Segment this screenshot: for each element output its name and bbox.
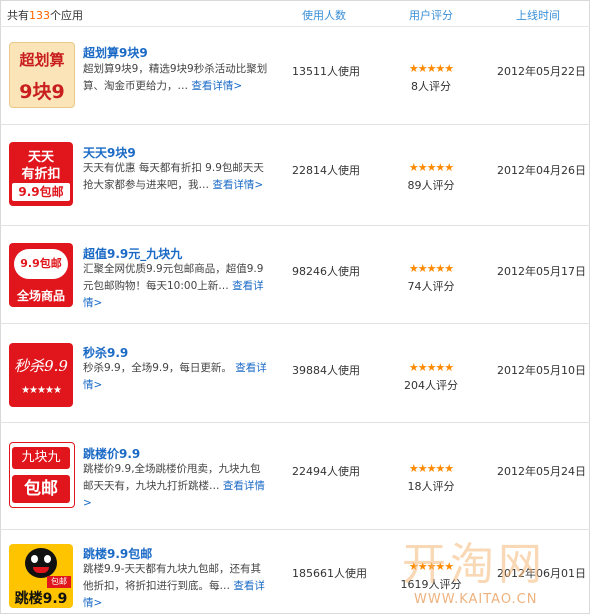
column-header-date[interactable]: 上线时间 [516, 7, 560, 23]
launch-date: 2012年05月24日 [497, 465, 586, 478]
star-rating-icon: ★★★★★ [408, 361, 454, 374]
app-title[interactable]: 秒杀9.9 [83, 344, 128, 361]
app-title[interactable]: 跳楼9.9包邮 [83, 545, 152, 562]
app-row: 9.9包邮 全场商品 超值9.9元_九块九 汇聚全网优质9.9元包邮商品，超值9… [0, 226, 590, 324]
app-row: 超划算 9块9 超划算9块9 超划算9块9，精选9块9秒杀活动比聚划算、淘金币更… [0, 27, 590, 125]
view-details-link[interactable]: 查看详情> [212, 179, 263, 191]
app-description: 汇聚全网优质9.9元包邮商品，超值9.9元包邮购物！每天10:00上新… 查看详… [83, 263, 264, 309]
app-description: 超划算9块9，精选9块9秒杀活动比聚划算、淘金币更给力，… 查看详情> [83, 63, 268, 92]
launch-date: 2012年04月26日 [497, 164, 586, 177]
rating: ★★★★★ 8人评分 [398, 63, 464, 94]
app-icon-tiaolou-baoyou[interactable]: 包邮 跳楼9.9 [9, 544, 73, 608]
star-rating-icon: ★★★★★ [408, 262, 454, 275]
list-header: 共有133个应用 使用人数 用户评分 上线时间 [0, 0, 590, 27]
rating: ★★★★★ 1619人评分 [398, 561, 464, 592]
launch-date: 2012年05月22日 [497, 65, 586, 78]
star-rating-icon: ★★★★★ [408, 560, 454, 573]
rating: ★★★★★ 74人评分 [398, 263, 464, 294]
rating-count: 1619人评分 [400, 578, 462, 591]
rating-count: 89人评分 [407, 179, 455, 192]
column-header-users[interactable]: 使用人数 [302, 7, 346, 23]
app-icon-miaosha[interactable]: 秒杀9.9 ★★★★★ [9, 343, 73, 407]
app-row: 秒杀9.9 ★★★★★ 秒杀9.9 秒杀9.9，全场9.9，每日更新。 查看详情… [0, 324, 590, 423]
app-icon-tiantian[interactable]: 天天 有折扣 9.9包邮 [9, 142, 73, 206]
star-rating-icon: ★★★★★ [408, 161, 454, 174]
app-count: 共有133个应用 [7, 9, 83, 22]
app-title[interactable]: 超值9.9元_九块九 [83, 245, 182, 262]
rating-count: 18人评分 [407, 480, 455, 493]
app-icon-tiaoloujia[interactable]: 九块九 包邮 [9, 442, 75, 508]
view-details-link[interactable]: 查看详情> [191, 80, 242, 92]
mascot-icon [25, 548, 57, 578]
rating: ★★★★★ 89人评分 [398, 162, 464, 193]
user-count: 185661人使用 [292, 567, 367, 580]
app-row: 九块九 包邮 跳楼价9.9 跳楼价9.9,全场跳楼价甩卖，九块九包邮天天有，九块… [0, 423, 590, 530]
star-rating-icon: ★★★★★ [408, 462, 454, 475]
rating: ★★★★★ 204人评分 [398, 362, 464, 393]
launch-date: 2012年05月17日 [497, 265, 586, 278]
launch-date: 2012年06月01日 [497, 567, 586, 580]
app-icon-chaozhi[interactable]: 9.9包邮 全场商品 [9, 243, 73, 307]
app-row: 天天 有折扣 9.9包邮 天天9块9 天天有优惠 每天都有折扣 9.9包邮天天抢… [0, 125, 590, 226]
app-title[interactable]: 超划算9块9 [83, 44, 148, 61]
user-count: 13511人使用 [292, 65, 360, 78]
rating-count: 204人评分 [404, 379, 458, 392]
rating-count: 74人评分 [407, 280, 455, 293]
star-rating-icon: ★★★★★ [408, 62, 454, 75]
app-description: 跳楼9.9-天天都有九块九包邮，还有其他折扣，将折扣进行到底。每… 查看详情> [83, 563, 265, 609]
app-description: 跳楼价9.9,全场跳楼价甩卖，九块九包邮天天有，九块九打折跳楼… 查看详情> [83, 463, 265, 509]
app-description: 天天有优惠 每天都有折扣 9.9包邮天天抢大家都参与进来吧，我… 查看详情> [83, 162, 264, 191]
app-title[interactable]: 天天9块9 [83, 144, 136, 161]
rating-count: 8人评分 [411, 80, 451, 93]
user-count: 98246人使用 [292, 265, 360, 278]
app-icon-chaohuasuan[interactable]: 超划算 9块9 [9, 42, 75, 108]
rating: ★★★★★ 18人评分 [398, 463, 464, 494]
user-count: 39884人使用 [292, 364, 360, 377]
column-header-rating[interactable]: 用户评分 [409, 7, 453, 23]
user-count: 22814人使用 [292, 164, 360, 177]
launch-date: 2012年05月10日 [497, 364, 586, 377]
app-row: 包邮 跳楼9.9 跳楼9.9包邮 跳楼9.9-天天都有九块九包邮，还有其他折扣，… [0, 530, 590, 614]
app-description: 秒杀9.9，全场9.9，每日更新。 查看详情> [83, 362, 267, 391]
user-count: 22494人使用 [292, 465, 360, 478]
app-title[interactable]: 跳楼价9.9 [83, 445, 140, 462]
